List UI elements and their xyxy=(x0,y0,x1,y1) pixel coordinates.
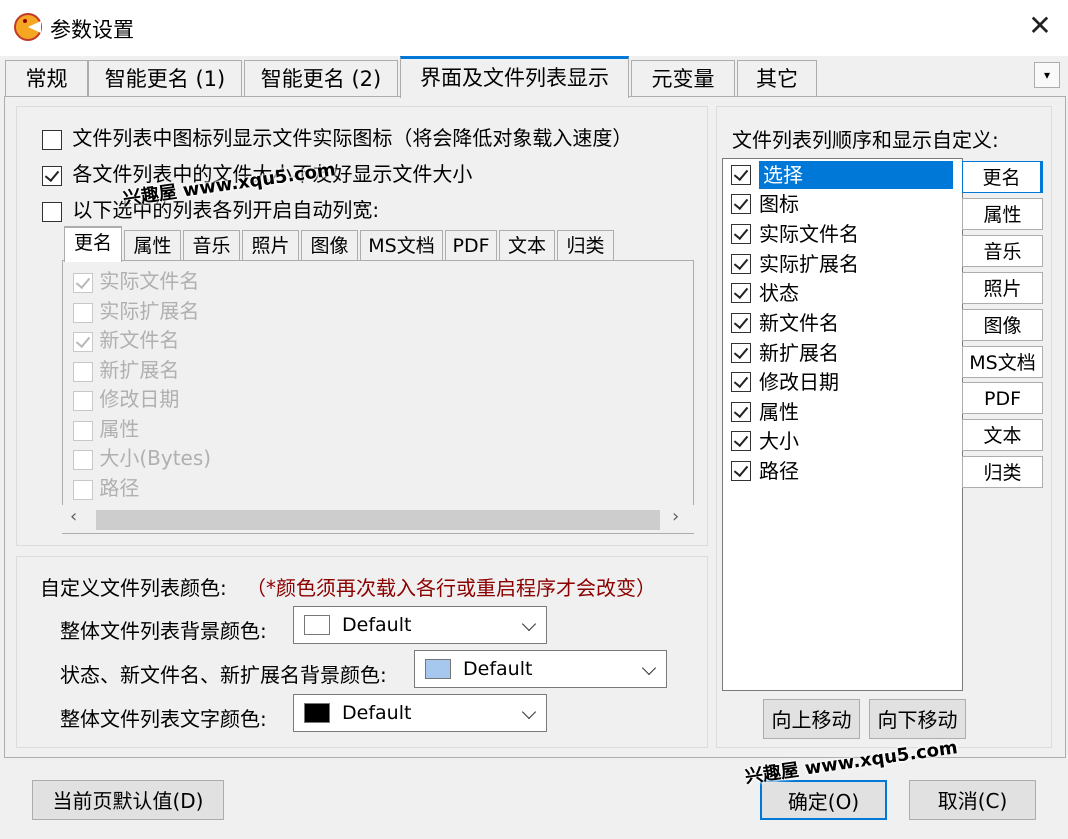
color-note: （*颜色须再次载入各行或重启程序才会改变） xyxy=(246,576,656,600)
list-item[interactable]: 大小 xyxy=(731,427,799,455)
actual-icon-option[interactable]: 文件列表中图标列显示文件实际图标（将会降低对象载入速度） xyxy=(42,122,632,151)
close-icon[interactable]: ✕ xyxy=(1024,10,1056,42)
bg-color-select[interactable]: Default xyxy=(293,606,547,644)
friendly-size-checkbox[interactable] xyxy=(42,165,62,186)
app-icon xyxy=(14,13,42,41)
list-item: 大小(Bytes) xyxy=(73,442,211,471)
tab-smart-rename-1[interactable]: 智能更名 (1) xyxy=(88,60,242,96)
scroll-right-icon[interactable]: › xyxy=(672,506,679,527)
text-color-select[interactable]: Default xyxy=(293,694,547,732)
chevron-down-icon xyxy=(641,660,657,676)
tab-other[interactable]: 其它 xyxy=(737,60,817,96)
color-swatch xyxy=(304,703,330,723)
inner-tab-text[interactable]: 文本 xyxy=(499,230,555,261)
title-bar xyxy=(0,0,1068,56)
list-item[interactable]: 状态 xyxy=(731,279,799,307)
list-item: 新扩展名 xyxy=(73,354,179,383)
reset-page-defaults-button[interactable]: 当前页默认值(D) xyxy=(32,780,224,820)
auto-width-checkbox[interactable] xyxy=(42,201,62,222)
tab-dropdown-button[interactable]: ▾ xyxy=(1034,62,1060,88)
side-button-image[interactable]: 图像 xyxy=(962,309,1043,341)
cancel-button[interactable]: 取消(C) xyxy=(909,780,1036,820)
list-item: 修改日期 xyxy=(73,383,179,412)
tab-general[interactable]: 常规 xyxy=(5,60,88,96)
column-config-heading: 文件列表列顺序和显示自定义: xyxy=(732,128,999,152)
text-color-label: 整体文件列表文字颜色: xyxy=(60,707,267,731)
side-button-attributes[interactable]: 属性 xyxy=(962,198,1043,230)
side-button-photo[interactable]: 照片 xyxy=(962,272,1043,304)
tab-meta-variables[interactable]: 元变量 xyxy=(631,60,735,96)
actual-icon-checkbox[interactable] xyxy=(42,129,62,150)
scrollbar-thumb[interactable] xyxy=(96,510,660,530)
list-item: 路径 xyxy=(73,472,139,501)
scroll-left-icon[interactable]: ‹ xyxy=(70,506,77,527)
inner-tab-pdf[interactable]: PDF xyxy=(445,230,497,261)
list-item[interactable]: 修改日期 xyxy=(731,368,839,396)
list-item[interactable]: 新文件名 xyxy=(731,309,839,337)
inner-tab-attributes[interactable]: 属性 xyxy=(124,230,181,261)
color-swatch xyxy=(304,615,330,635)
inner-tab-ms-docs[interactable]: MS文档 xyxy=(360,230,443,261)
chevron-down-icon xyxy=(521,616,537,632)
side-button-pdf[interactable]: PDF xyxy=(962,382,1043,414)
side-button-rename[interactable]: 更名 xyxy=(962,161,1043,193)
tab-interface-display[interactable]: 界面及文件列表显示 xyxy=(400,56,629,98)
status-bg-color-select[interactable]: Default xyxy=(414,650,667,688)
actual-icon-label: 文件列表中图标列显示文件实际图标（将会降低对象载入速度） xyxy=(72,126,633,150)
list-item: 属性 xyxy=(73,413,139,442)
auto-width-column-list: 实际文件名 实际扩展名 新文件名 新扩展名 修改日期 属性 大小(Bytes) … xyxy=(62,260,694,534)
list-item[interactable]: 新扩展名 xyxy=(731,339,839,367)
bg-color-label: 整体文件列表背景颜色: xyxy=(60,619,267,643)
color-heading: 自定义文件列表颜色: xyxy=(40,576,227,600)
column-order-list[interactable]: 选择 图标 实际文件名 实际扩展名 状态 新文件名 新扩展名 修改日期 属性 大… xyxy=(722,158,963,691)
color-swatch xyxy=(425,659,451,679)
list-item[interactable]: 图标 xyxy=(731,190,799,218)
auto-width-label: 以下选中的列表各列开启自动列宽: xyxy=(72,198,380,222)
ok-button[interactable]: 确定(O) xyxy=(760,780,887,820)
list-item[interactable]: 属性 xyxy=(731,398,799,426)
side-button-ms-docs[interactable]: MS文档 xyxy=(962,346,1043,378)
inner-tab-music[interactable]: 音乐 xyxy=(183,230,240,261)
inner-tab-categorize[interactable]: 归类 xyxy=(557,230,614,261)
inner-tab-rename[interactable]: 更名 xyxy=(64,226,122,262)
side-button-categorize[interactable]: 归类 xyxy=(962,456,1043,488)
list-item[interactable]: 选择 xyxy=(731,161,953,189)
move-up-button[interactable]: 向上移动 xyxy=(763,699,860,739)
list-item[interactable]: 实际扩展名 xyxy=(731,250,859,278)
list-item: 实际文件名 xyxy=(73,265,199,294)
list-item: 新文件名 xyxy=(73,324,179,353)
list-item: 实际扩展名 xyxy=(73,295,199,324)
side-button-music[interactable]: 音乐 xyxy=(962,235,1043,267)
chevron-down-icon xyxy=(521,704,537,720)
list-item[interactable]: 路径 xyxy=(731,457,799,485)
list-item[interactable]: 实际文件名 xyxy=(731,220,859,248)
window-title: 参数设置 xyxy=(50,18,134,42)
inner-tab-image[interactable]: 图像 xyxy=(301,230,358,261)
side-button-text[interactable]: 文本 xyxy=(962,419,1043,451)
status-bg-color-label: 状态、新文件名、新扩展名背景颜色: xyxy=(60,663,387,687)
inner-tab-photo[interactable]: 照片 xyxy=(242,230,299,261)
tab-smart-rename-2[interactable]: 智能更名 (2) xyxy=(244,60,398,96)
